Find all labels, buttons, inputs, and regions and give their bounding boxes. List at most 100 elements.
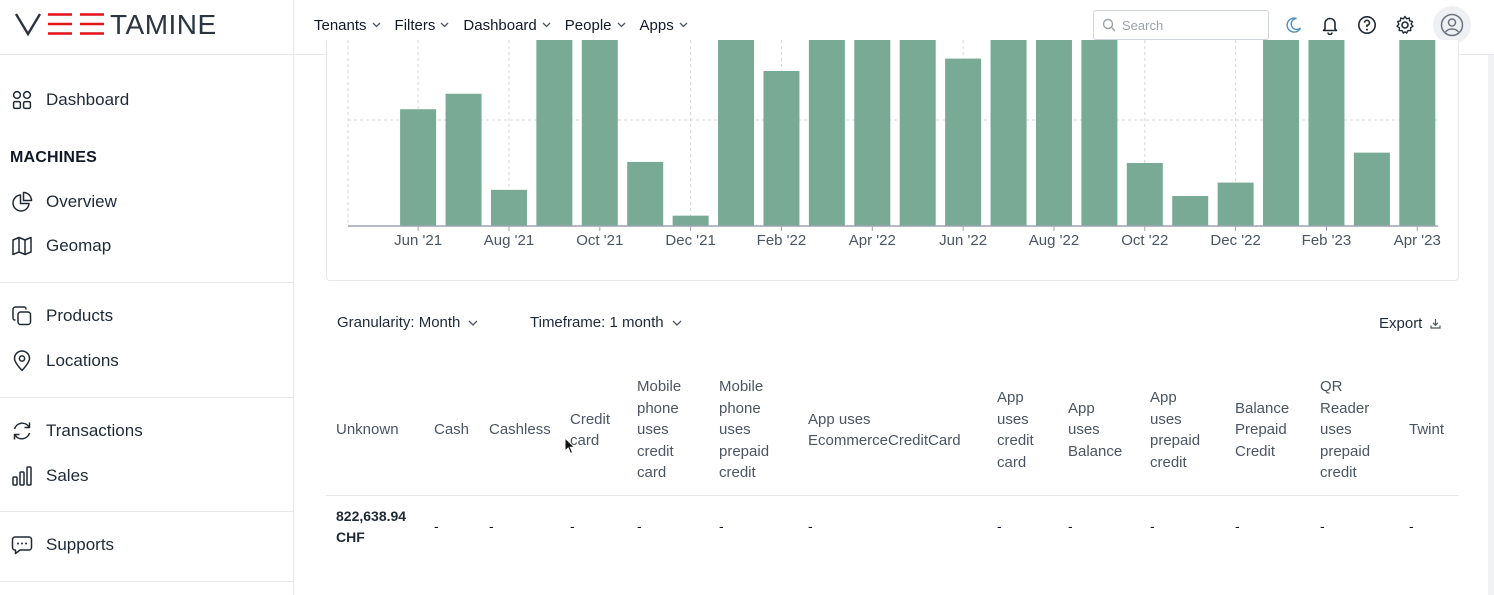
chart-bar (763, 71, 800, 226)
sidebar-item-locations[interactable]: Locations (10, 349, 119, 373)
column-header-line: Cashless (489, 421, 551, 439)
column-header-line: Credit (570, 410, 611, 428)
column-header: Mobile phone uses prepaid credit (719, 376, 769, 484)
column-header-line: App (997, 389, 1024, 406)
sidebar-item-transactions[interactable]: Transactions (10, 419, 143, 443)
column-header: Cash (434, 419, 469, 441)
chart-bar (1035, 40, 1072, 226)
column-header: QR Reader uses prepaid credit (1320, 376, 1370, 484)
sidebar-item-dashboard[interactable]: Dashboard (10, 88, 129, 112)
map-pin-icon (10, 349, 34, 373)
brand-logo[interactable]: TAMINE (14, 11, 278, 37)
table-cell-line: - (1320, 518, 1325, 534)
sidebar-item-label: Dashboard (46, 90, 130, 109)
sidebar-divider (0, 581, 294, 582)
pie-chart-icon (10, 190, 34, 214)
nav-tenants[interactable]: Tenants (314, 17, 381, 34)
column-header-line: App uses (808, 410, 871, 428)
chevron-down-icon (679, 22, 688, 28)
column-header-line: Reader (1320, 399, 1370, 417)
column-header-line: uses (1150, 410, 1182, 428)
sidebar-divider (0, 511, 294, 512)
timeframe-dropdown[interactable]: Timeframe: 1 month (530, 314, 682, 331)
x-axis-tick-label: Feb '23 (1302, 232, 1352, 249)
chart-bar (990, 40, 1027, 226)
sidebar-item-sales[interactable]: Sales (10, 464, 89, 488)
column-header-line: App (1150, 389, 1177, 406)
sidebar-divider (0, 282, 294, 283)
map-icon (10, 234, 34, 258)
chart-bar (1308, 40, 1345, 226)
page-scrollbar[interactable] (1488, 55, 1494, 595)
grid-icon (10, 88, 34, 112)
nav-people[interactable]: People (565, 17, 626, 34)
nav-filters[interactable]: Filters (395, 17, 450, 34)
column-header-line: Mobile (719, 378, 764, 396)
column-header-line: credit (1150, 453, 1187, 471)
search-box[interactable] (1093, 10, 1269, 40)
sidebar-item-label: Transactions (46, 421, 143, 440)
logo-area: TAMINE (0, 0, 294, 55)
sidebar-item-label: Locations (46, 351, 119, 370)
chart-bar (808, 40, 845, 226)
column-header-line: uses (1320, 421, 1352, 439)
settings-button[interactable] (1394, 14, 1416, 36)
table-cell-line: 822,638.94 (336, 508, 407, 524)
nav-dashboard[interactable]: Dashboard (463, 16, 551, 34)
user-avatar-button[interactable] (1433, 6, 1471, 44)
sidebar-item-products[interactable]: Products (10, 304, 113, 328)
chart-bar (1399, 40, 1436, 226)
table-cell-line: - (1235, 518, 1240, 534)
table-cell: - (570, 516, 575, 537)
nav-label: Dashboard (463, 16, 537, 34)
sidebar-item-geomap[interactable]: Geomap (10, 234, 111, 258)
granularity-dropdown[interactable]: Granularity: Month (337, 314, 478, 331)
column-header-line: prepaid (719, 442, 770, 460)
notifications-button[interactable] (1319, 14, 1341, 36)
nav-apps[interactable]: Apps (640, 17, 688, 34)
table-cell-line: - (1068, 518, 1073, 534)
theme-toggle[interactable] (1283, 14, 1305, 36)
sidebar-item-supports[interactable]: Supports (10, 533, 114, 557)
column-header-line: prepaid (1150, 432, 1201, 449)
x-axis-tick-label: Feb '22 (757, 232, 807, 249)
sidebar-item-overview[interactable]: Overview (10, 190, 117, 214)
table-cell: - (637, 516, 642, 537)
refresh-icon (10, 419, 34, 443)
moon-icon (1286, 17, 1302, 33)
table-cell-line: CHF (336, 529, 365, 545)
column-header-line: card (570, 432, 600, 449)
export-label: Export (1379, 315, 1423, 332)
table-cell: - (434, 516, 439, 537)
column-header-line: App (1068, 399, 1095, 417)
chart-bar (1126, 162, 1163, 226)
copy-icon (10, 304, 34, 328)
column-header-line: uses (719, 421, 751, 439)
chart-bar (1217, 182, 1254, 226)
column-header-line: Unknown (336, 421, 399, 439)
table-cell-line: - (1409, 518, 1414, 534)
sidebar-item-label: Overview (46, 192, 117, 211)
table-cell-line: - (434, 518, 439, 534)
search-icon (1102, 18, 1116, 32)
chart-bar (400, 109, 437, 226)
chevron-down-icon (468, 320, 478, 326)
search-input[interactable] (1122, 17, 1262, 33)
column-header-line: credit (719, 464, 756, 482)
sidebar-divider (0, 397, 294, 398)
table-cell-line: - (637, 518, 642, 534)
table-cell: - (719, 516, 724, 537)
chart-bar (718, 40, 755, 226)
chart-bar (581, 40, 618, 226)
table-cell: - (808, 516, 813, 537)
help-button[interactable] (1356, 14, 1378, 36)
sales-chart-card: Jun '21 Aug '21 Oct '21 Dec '21 Feb '22 Apr '… (326, 40, 1459, 281)
column-header-line: phone (719, 399, 761, 417)
export-button[interactable]: Export (1379, 315, 1441, 332)
sidebar-item-label: Sales (46, 466, 89, 485)
bell-icon (1322, 17, 1338, 35)
column-header-line: QR (1320, 378, 1343, 396)
column-header: Unknown (336, 419, 399, 441)
mouse-cursor-icon (564, 437, 576, 455)
column-header-line: prepaid (1320, 442, 1371, 460)
